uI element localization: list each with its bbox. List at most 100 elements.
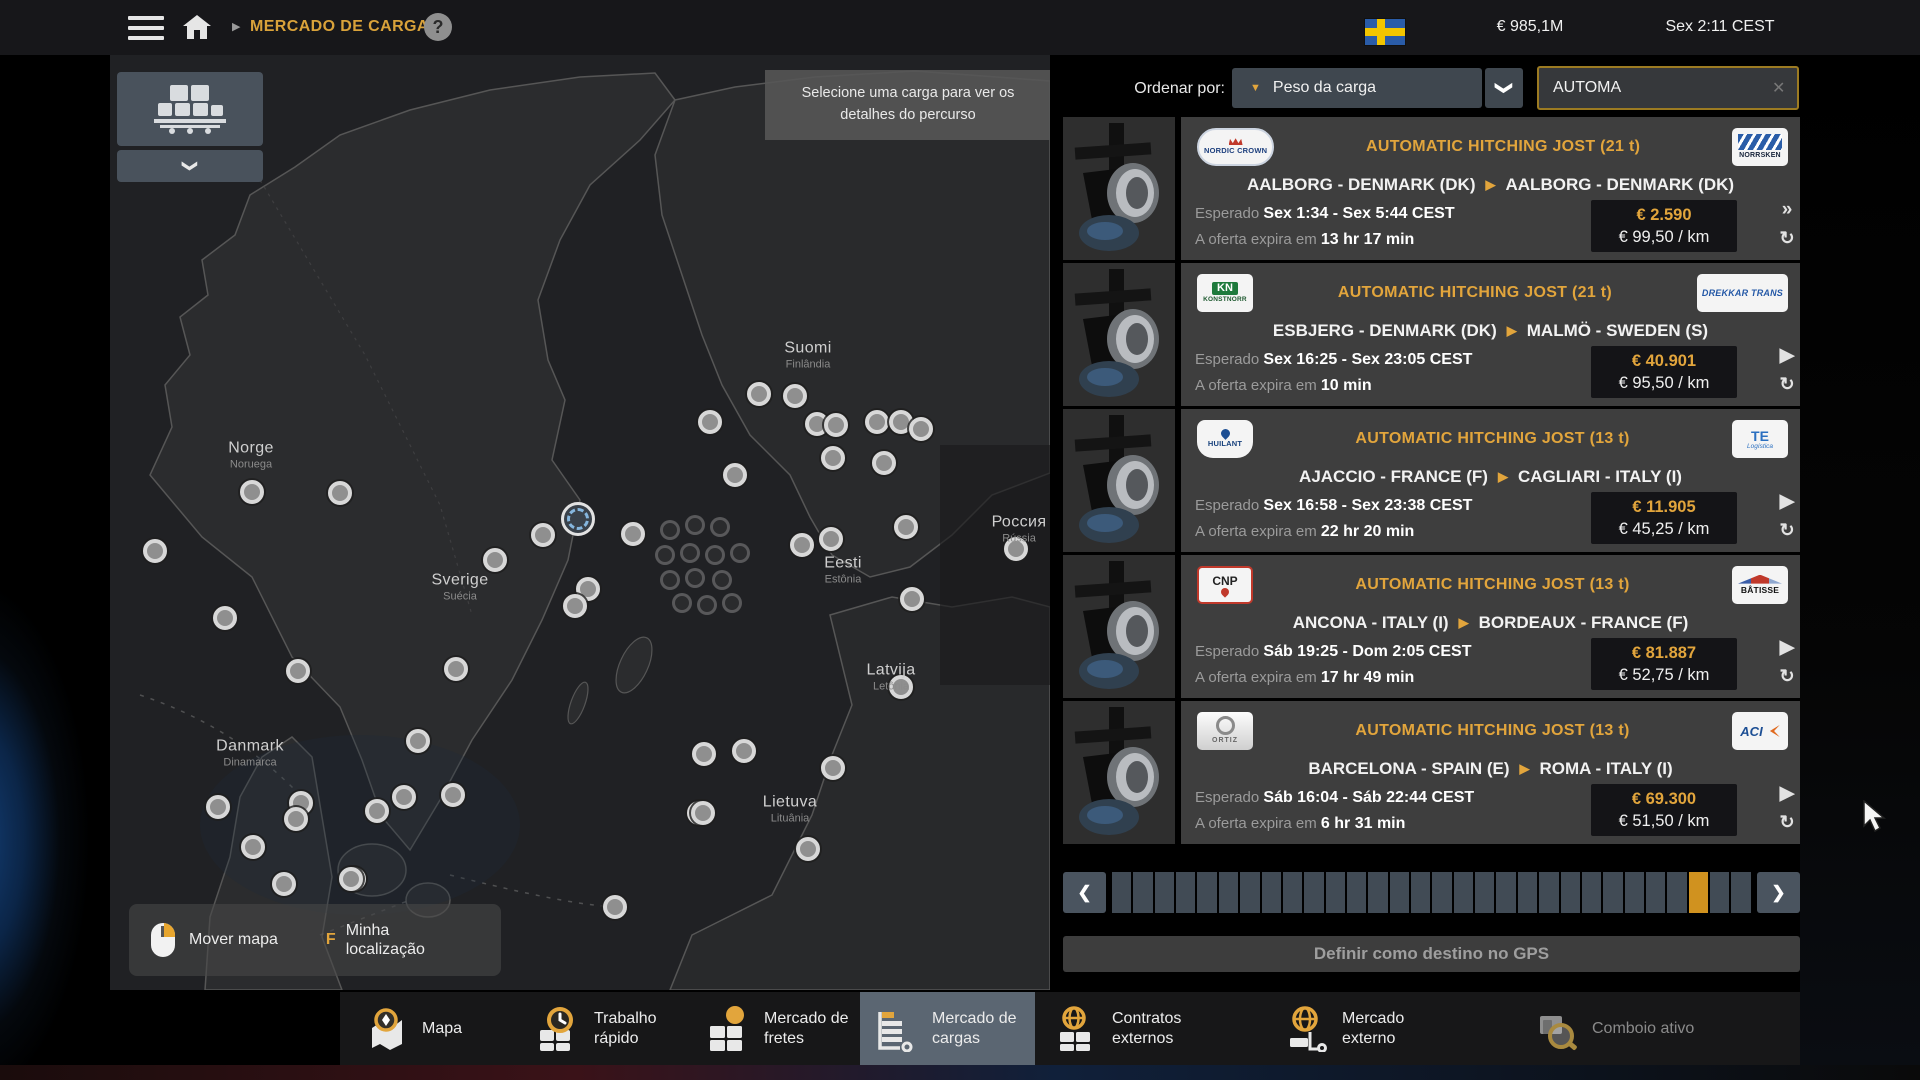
tab-mercado-de-fretes[interactable]: Mercado de fretes <box>692 992 867 1065</box>
breadcrumb: MERCADO DE CARGAS <box>250 18 440 36</box>
page-block[interactable] <box>1603 872 1622 913</box>
price-box: € 2.590 € 99,50 / km <box>1591 200 1737 252</box>
company-logo: HUILANT <box>1197 420 1253 458</box>
next-page-button[interactable]: ❯ <box>1757 872 1800 913</box>
page-block[interactable] <box>1731 872 1750 913</box>
player-money: € 985,1M <box>1455 18 1605 36</box>
home-icon[interactable] <box>182 14 212 45</box>
route-arrow-icon: ▶ <box>1459 615 1469 631</box>
turnaround-icon[interactable]: ↻ <box>1769 374 1805 395</box>
tab-contratos-externos[interactable]: Contratos externos <box>1040 992 1215 1065</box>
page-block[interactable] <box>1283 872 1302 913</box>
prev-page-button[interactable]: ❮ <box>1063 872 1106 913</box>
world-map[interactable]: NorgeNoruega SverigeSuécia SuomiFinlândia E… <box>110 55 1050 990</box>
page-block[interactable] <box>1475 872 1494 913</box>
recipient-logo: TELogística <box>1732 420 1788 458</box>
tab-trabalho-rapido[interactable]: Trabalho rápido <box>522 992 697 1065</box>
map-icon <box>364 1006 410 1052</box>
menu-icon[interactable] <box>128 16 164 40</box>
recipient-logo: BÂTISSE <box>1732 566 1788 604</box>
sort-dropdown[interactable]: ▼ Peso da carga <box>1232 68 1482 108</box>
tab-mercado-externo[interactable]: Mercado externo <box>1270 992 1445 1065</box>
help-icon[interactable]: ? <box>424 13 452 41</box>
page-block[interactable] <box>1582 872 1601 913</box>
country-label: NorgeNoruega <box>228 440 274 471</box>
page-block[interactable] <box>1304 872 1323 913</box>
tab-mercado-de-cargas[interactable]: Mercado de cargas <box>860 992 1035 1065</box>
expand-offer-icon[interactable]: ▶ <box>1769 784 1805 803</box>
cargo-rate: € 51,50 / km <box>1619 810 1710 832</box>
page-block[interactable] <box>1539 872 1558 913</box>
country-label: EestiEstônia <box>824 555 862 586</box>
page-block[interactable] <box>1326 872 1345 913</box>
page-block[interactable] <box>1625 872 1644 913</box>
expand-offer-icon[interactable]: ▶ <box>1769 638 1805 657</box>
set-gps-destination-button[interactable]: Definir como destino no GPS <box>1063 936 1800 972</box>
page-block[interactable] <box>1710 872 1729 913</box>
cargo-offer-row[interactable]: HUILANT AUTOMATIC HITCHING JOST (13 t) T… <box>1063 409 1800 552</box>
page-block[interactable] <box>1390 872 1409 913</box>
my-location-label: Minha localização <box>346 921 466 959</box>
page-block[interactable] <box>1240 872 1259 913</box>
page-block[interactable] <box>1496 872 1515 913</box>
mouse-icon <box>151 923 175 957</box>
collapse-filter-button[interactable]: ❯ <box>117 150 263 182</box>
turnaround-icon[interactable]: ↻ <box>1769 520 1805 541</box>
page-block[interactable] <box>1454 872 1473 913</box>
turnaround-icon[interactable]: ↻ <box>1769 666 1805 687</box>
country-label: SverigeSuécia <box>431 572 488 603</box>
page-block-active[interactable] <box>1689 872 1708 913</box>
cargo-offer-row[interactable]: NORDIC CROWN AUTOMATIC HITCHING JOST (21… <box>1063 117 1800 260</box>
breadcrumb-arrow-icon: ▶ <box>232 20 240 33</box>
sweden-flag-icon <box>1365 19 1405 45</box>
cargo-offer-row[interactable]: KNKONSTNORR AUTOMATIC HITCHING JOST (21 … <box>1063 263 1800 406</box>
pagination: ❮ ❯ <box>1063 872 1800 913</box>
page-block[interactable] <box>1112 872 1131 913</box>
page-block[interactable] <box>1561 872 1580 913</box>
cargo-thumbnail <box>1063 701 1175 844</box>
page-block[interactable] <box>1347 872 1366 913</box>
country-label: РоссияRússia <box>992 514 1047 545</box>
company-logo: NORDIC CROWN <box>1197 128 1274 166</box>
country-label: DanmarkDinamarca <box>216 738 284 769</box>
cargo-thumbnail <box>1063 117 1175 260</box>
expand-offer-icon[interactable]: » <box>1769 200 1805 219</box>
page-block[interactable] <box>1262 872 1281 913</box>
trailer-icon <box>150 83 230 135</box>
sort-marker-icon: ▼ <box>1250 82 1261 94</box>
expand-offer-icon[interactable]: ▶ <box>1769 346 1805 365</box>
expand-offer-icon[interactable]: ▶ <box>1769 492 1805 511</box>
turnaround-icon[interactable]: ↻ <box>1769 228 1805 249</box>
tab-comboio-ativo[interactable]: Comboio ativo <box>1520 992 1695 1065</box>
country-label: SuomiFinlândia <box>784 340 831 371</box>
cargo-route: BARCELONA - SPAIN (E)▶ROMA - ITALY (I) <box>1181 759 1800 779</box>
turnaround-icon[interactable]: ↻ <box>1769 812 1805 833</box>
trailer-filter-button[interactable] <box>117 72 263 146</box>
price-box: € 40.901 € 95,50 / km <box>1591 346 1737 398</box>
page-block[interactable] <box>1411 872 1430 913</box>
route-arrow-icon: ▶ <box>1486 177 1496 193</box>
clock-icon <box>536 1006 582 1052</box>
page-block[interactable] <box>1432 872 1451 913</box>
page-block[interactable] <box>1368 872 1387 913</box>
globe-cargo-icon <box>1284 1006 1330 1052</box>
sort-dropdown-button[interactable]: ❯ <box>1485 68 1523 108</box>
cargo-offer-row[interactable]: CNP AUTOMATIC HITCHING JOST (13 t) BÂTIS… <box>1063 555 1800 698</box>
page-block[interactable] <box>1176 872 1195 913</box>
cargo-title: AUTOMATIC HITCHING JOST (13 t) <box>1253 722 1732 740</box>
search-input[interactable] <box>1539 79 1760 97</box>
cargo-title: AUTOMATIC HITCHING JOST (13 t) <box>1253 576 1732 594</box>
background-scene <box>1800 55 1920 1065</box>
clear-search-icon[interactable]: ✕ <box>1760 78 1797 98</box>
page-block[interactable] <box>1133 872 1152 913</box>
page-block[interactable] <box>1219 872 1238 913</box>
tab-mapa[interactable]: Mapa <box>350 992 525 1065</box>
page-block[interactable] <box>1667 872 1686 913</box>
page-block[interactable] <box>1197 872 1216 913</box>
bottom-nav: Mapa Trabalho rápido Mercado de fretes <box>340 992 1800 1065</box>
page-block[interactable] <box>1646 872 1665 913</box>
cargo-offer-row[interactable]: ORTIZ AUTOMATIC HITCHING JOST (13 t) ACI… <box>1063 701 1800 844</box>
location-hotkey: F <box>326 931 336 949</box>
page-block[interactable] <box>1518 872 1537 913</box>
page-block[interactable] <box>1155 872 1174 913</box>
